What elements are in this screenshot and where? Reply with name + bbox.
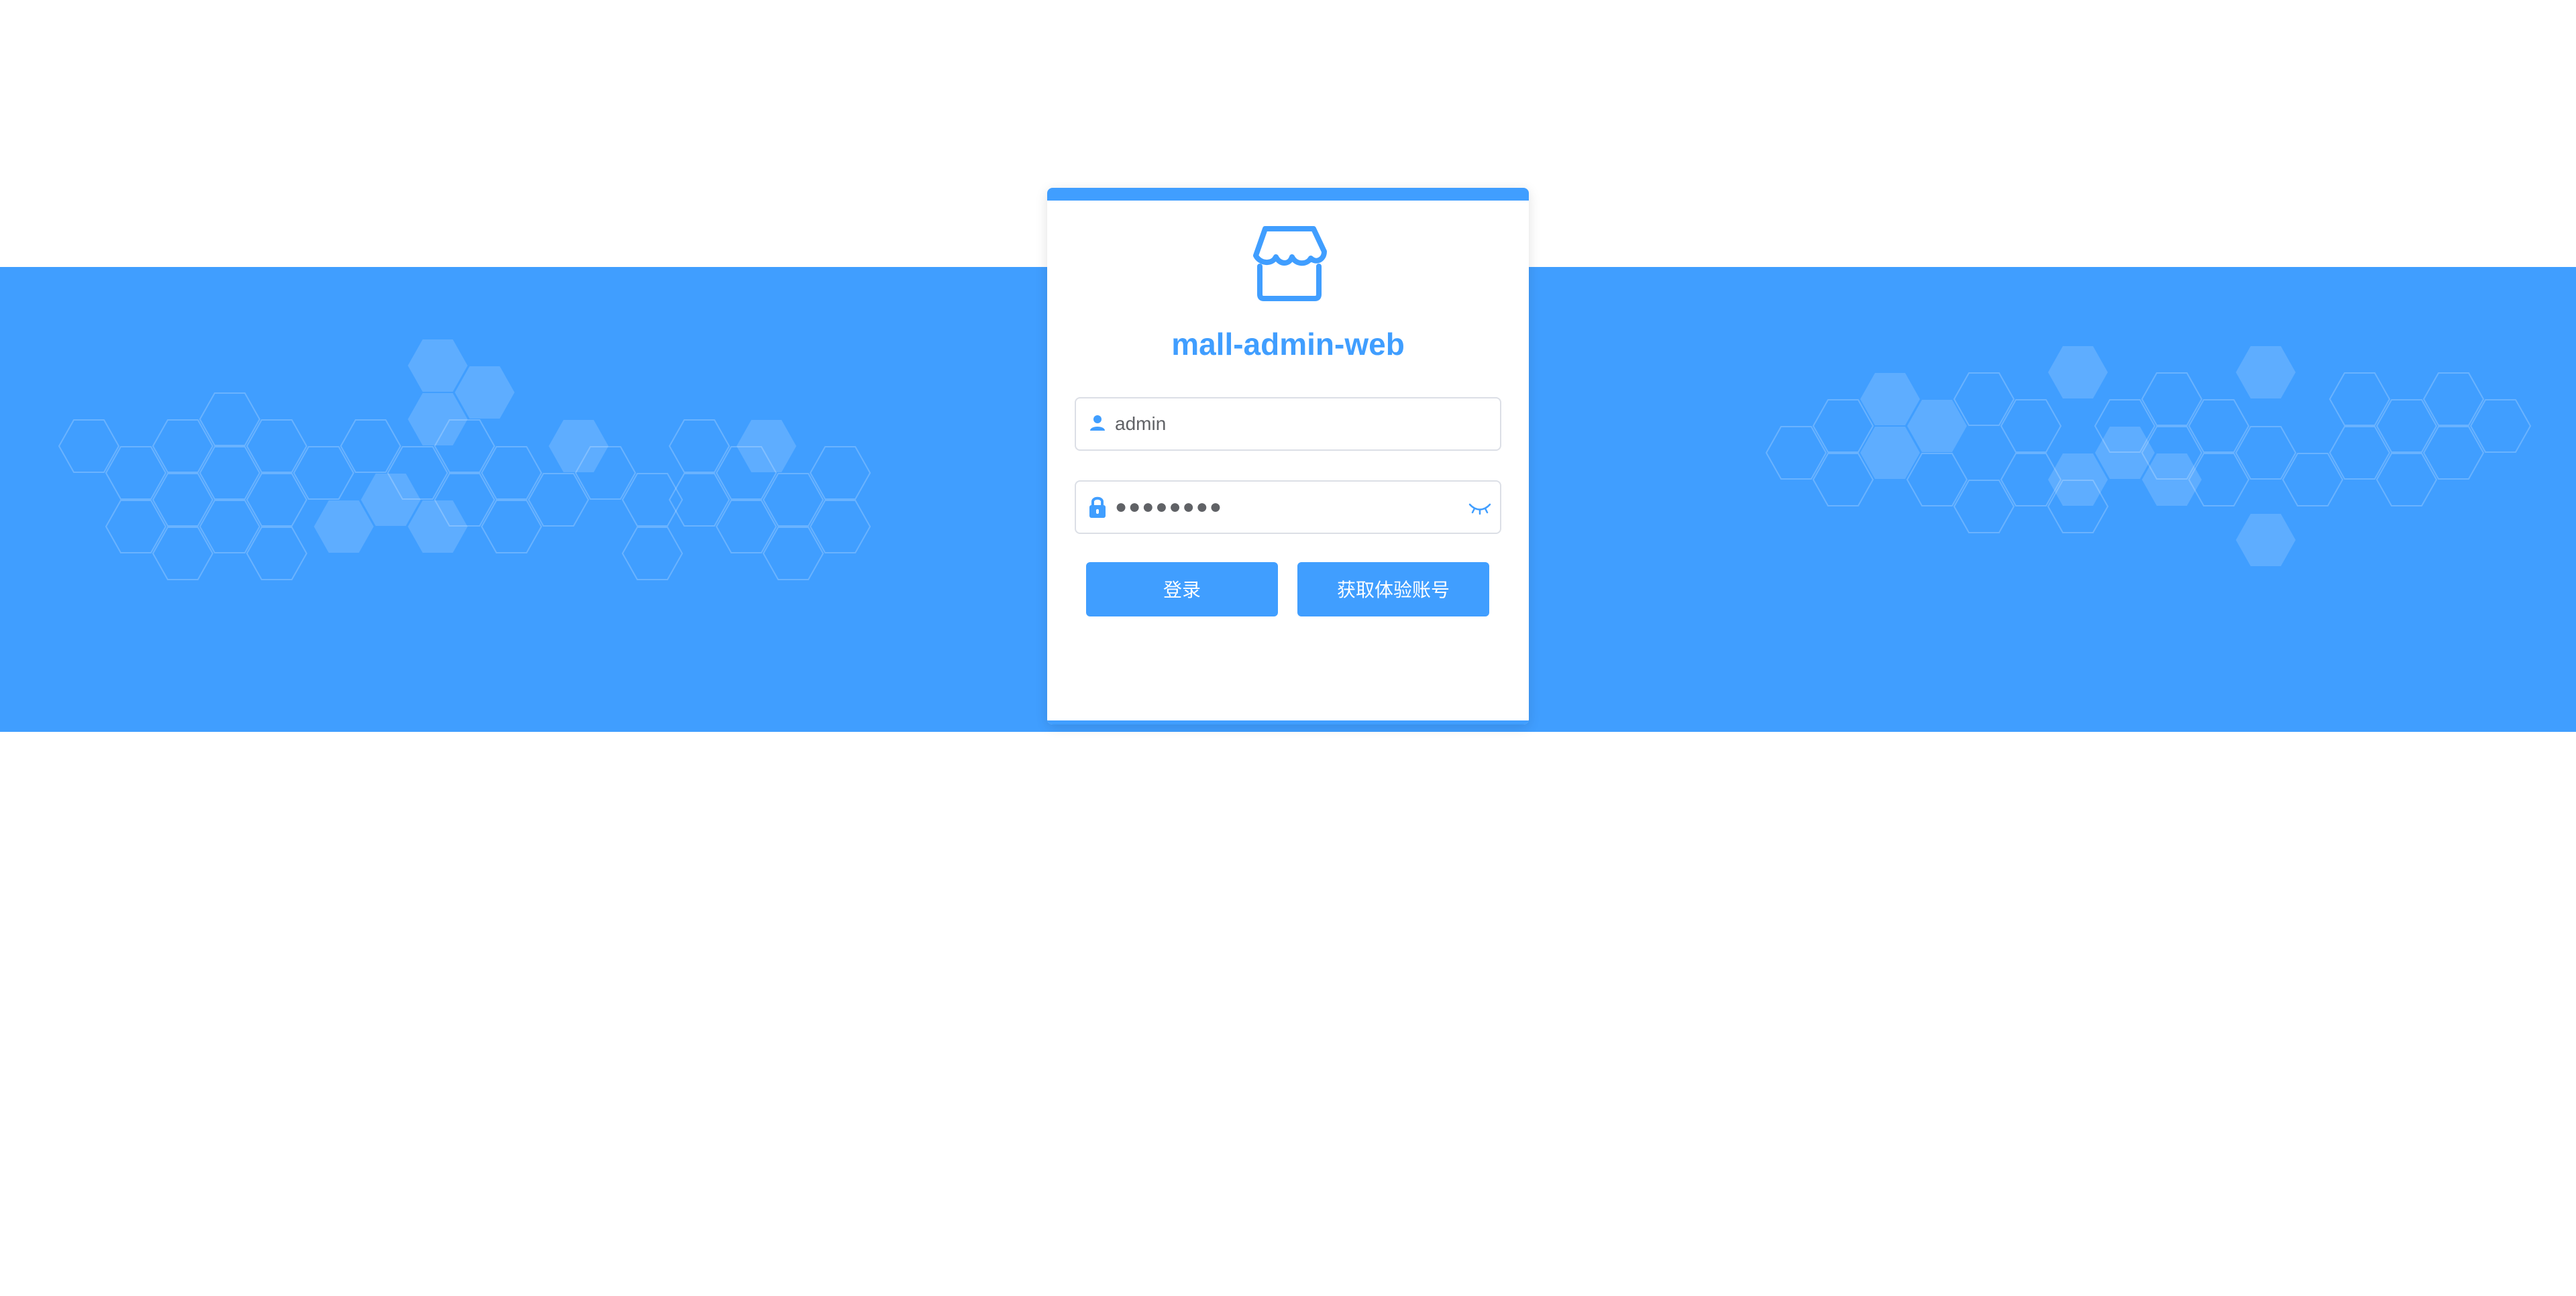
login-page: mall-admin-web admin ●●●●●●●● 登录 获取体验账号 [0, 0, 2576, 1296]
get-demo-account-button[interactable]: 获取体验账号 [1297, 562, 1489, 616]
login-card: mall-admin-web admin ●●●●●●●● 登录 获取体验账号 [1047, 188, 1529, 724]
card-bottom-bar [1047, 720, 1529, 724]
shop-icon [1253, 226, 1327, 301]
username-field[interactable] [1075, 397, 1501, 451]
card-accent-bar [1047, 188, 1529, 201]
user-icon [1090, 415, 1105, 431]
app-title: mall-admin-web [1171, 327, 1405, 362]
eye-closed-icon[interactable] [1468, 498, 1492, 517]
hexagon-pattern-right [1765, 346, 2532, 566]
password-input[interactable] [1115, 482, 1464, 533]
password-field[interactable] [1075, 480, 1501, 534]
login-button[interactable]: 登录 [1086, 562, 1278, 616]
hexagon-pattern-left [58, 339, 871, 580]
lock-icon [1089, 496, 1106, 518]
username-input[interactable] [1115, 398, 1464, 449]
